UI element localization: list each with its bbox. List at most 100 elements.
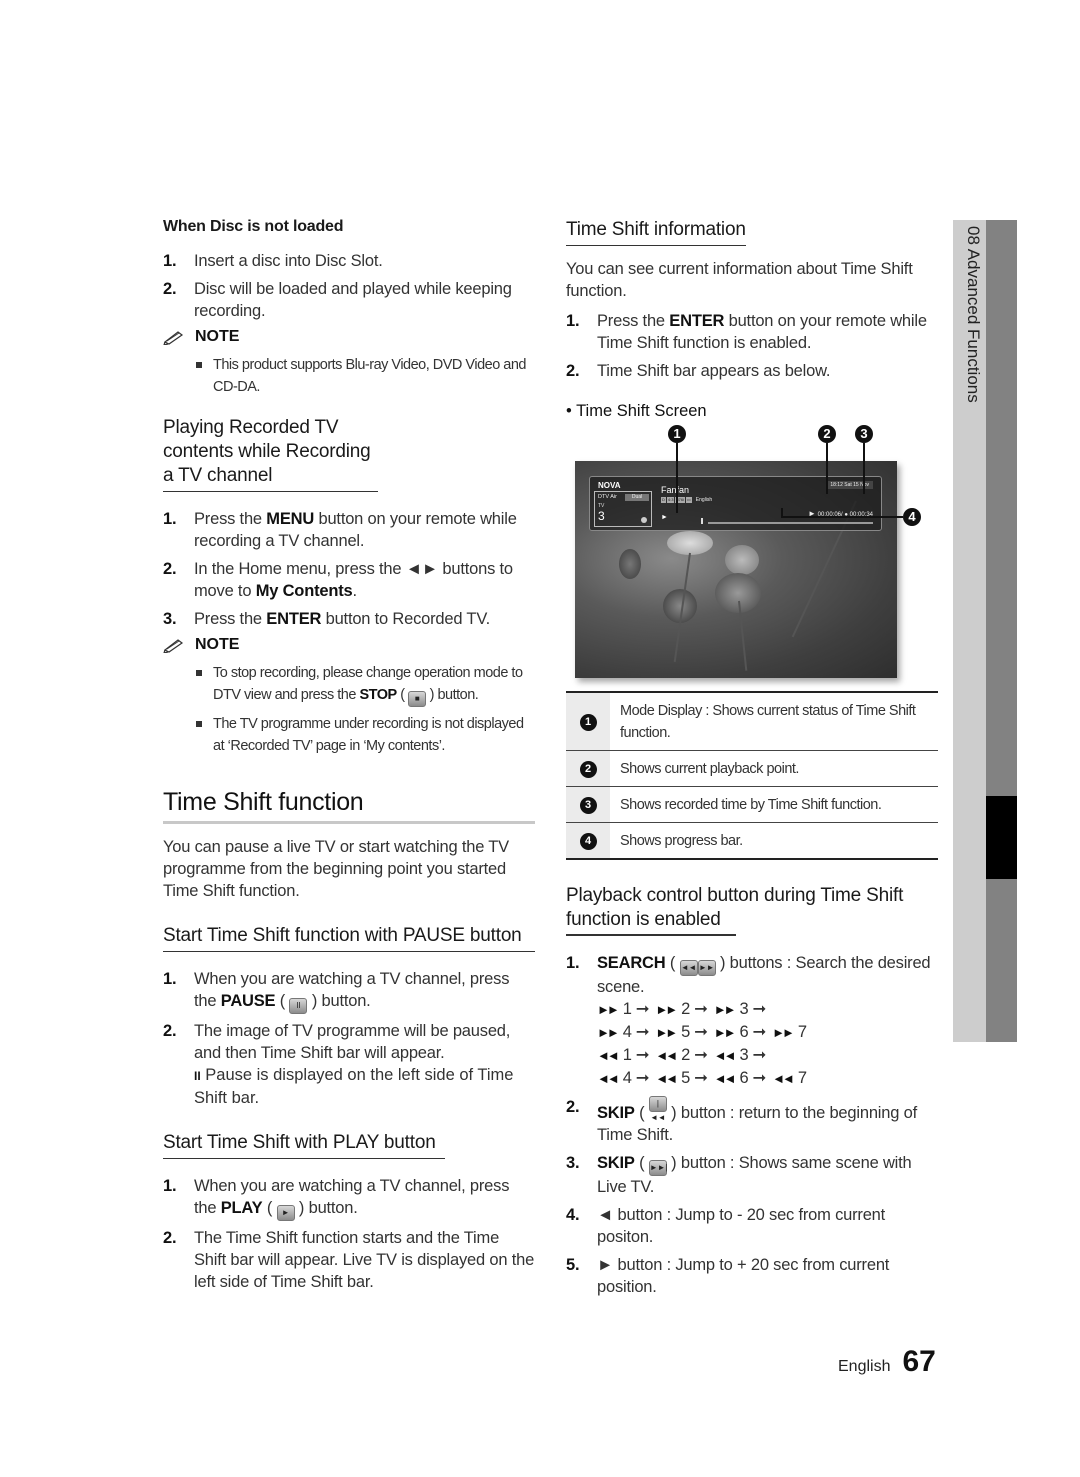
notes-list: This product supports Blu-ray Video, DVD… bbox=[194, 354, 535, 398]
arrow-right-icon: ➞ bbox=[752, 1068, 767, 1087]
speed-level: 6 bbox=[739, 1022, 749, 1041]
step-item: 5. ► button : Jump to + 20 sec from curre… bbox=[566, 1255, 890, 1296]
legend-row: 4 Shows progress bar. bbox=[566, 822, 938, 859]
pencil-icon bbox=[163, 331, 184, 345]
rewind-icon: ◄◄ bbox=[772, 1070, 795, 1086]
rewind-icon: ◄◄ bbox=[713, 1047, 737, 1063]
fast-forward-icon: ►► bbox=[772, 1024, 795, 1040]
rewind-icon: ◄◄ bbox=[597, 1047, 620, 1063]
time-shift-bar: NOVA DTV Air Dual TV 3 Fanfan D 4:3 576i… bbox=[589, 476, 882, 531]
section-heading: Start Time Shift with PLAY button bbox=[163, 1131, 445, 1159]
step-item: 1. SEARCH ( ◄◄ ►► ) buttons : Search the d… bbox=[566, 952, 938, 1090]
language-label: English bbox=[695, 497, 713, 503]
page-footer: English 67 bbox=[838, 1345, 936, 1379]
fast-forward-icon: ►► bbox=[597, 1024, 620, 1040]
tv-screen: NOVA DTV Air Dual TV 3 Fanfan D 4:3 576i… bbox=[575, 461, 897, 678]
step-item: 1. Press the MENU button on your remote w… bbox=[163, 510, 517, 550]
speed-level: 6 bbox=[739, 1068, 749, 1087]
step-item: 2. Disc will be loaded and played while k… bbox=[163, 280, 512, 320]
programme-tags: D 4:3 576i ▭ English bbox=[661, 497, 712, 503]
note-item: To stop recording, please change operati… bbox=[194, 662, 535, 707]
speed-level: 2 bbox=[681, 999, 691, 1018]
chapter-position-marker bbox=[986, 796, 1017, 879]
speed-level: 1 bbox=[622, 1045, 632, 1064]
fast-forward-icon: ►► bbox=[597, 1001, 620, 1017]
playback-control-section: Playback control button during Time Shif… bbox=[566, 884, 938, 1298]
arrow-right-icon: ➞ bbox=[694, 1068, 708, 1087]
time-shift-info-section: Time Shift information You can see curre… bbox=[566, 218, 938, 421]
speed-level: 2 bbox=[681, 1045, 691, 1064]
screen-label: Time Shift Screen bbox=[566, 402, 938, 421]
pause-icon: II bbox=[194, 1069, 201, 1083]
disc-not-loaded-section: When Disc is not loaded 1. Insert a disc … bbox=[163, 218, 535, 398]
rewind-icon: ◄◄ bbox=[597, 1070, 620, 1086]
flower-image bbox=[725, 545, 759, 575]
channel-name: NOVA bbox=[598, 481, 621, 490]
pause-section: Start Time Shift function with PAUSE but… bbox=[163, 924, 535, 1109]
stop-button-icon: ■ bbox=[408, 691, 427, 707]
skip-forward-button-icon: ►►| bbox=[648, 1159, 667, 1176]
pencil-icon bbox=[163, 639, 184, 653]
step-item: 2. The Time Shift function starts and the… bbox=[163, 1229, 535, 1291]
chapter-tab-strip bbox=[986, 220, 1017, 1042]
arrow-right-icon: ➞ bbox=[635, 999, 650, 1018]
note-heading: NOTE bbox=[163, 328, 535, 346]
footer-language: English bbox=[838, 1358, 891, 1375]
time-shift-function-section: Time Shift function You can pause a live… bbox=[163, 787, 535, 902]
play-button-icon: ► bbox=[276, 1205, 295, 1221]
arrow-right-icon: ➞ bbox=[752, 1022, 767, 1041]
play-section: Start Time Shift with PLAY button 1. When… bbox=[163, 1131, 535, 1293]
callout-line-4h bbox=[781, 516, 903, 518]
speed-level: 3 bbox=[739, 999, 749, 1018]
legend-row: 1 Mode Display : Shows current status of … bbox=[566, 692, 938, 751]
channel-info-box: DTV Air Dual TV 3 bbox=[594, 491, 652, 527]
callout-2: 2 bbox=[818, 425, 836, 443]
heading-underline bbox=[566, 934, 736, 936]
arrow-right-icon: ➞ bbox=[752, 999, 767, 1018]
channel-number: 3 bbox=[598, 509, 605, 523]
speed-level: 1 bbox=[622, 999, 632, 1018]
note-item: The TV programme under recording is not … bbox=[194, 713, 535, 757]
speed-sequence-row: ►► 4 ➞ ►► 5 ➞ ►► 6 ➞ ►► 7 bbox=[597, 1021, 938, 1044]
step-item: 3. Press the ENTER button to Recorded TV. bbox=[163, 610, 490, 628]
step-item: 2. Time Shift bar appears as below. bbox=[566, 362, 831, 380]
callout-line-2 bbox=[826, 443, 828, 494]
page-heading: Time Shift function bbox=[163, 787, 535, 824]
fast-forward-icon: ►► bbox=[655, 1001, 678, 1017]
search-speed-sequence: ►► 1 ➞ ►► 2 ➞ ►► 3 ➞ ►► 4 ➞ ►► 5 ➞ ►► 6 ➞ ►► 7 ◄◄ 1 ➞ ◄◄ 2 ➞ ◄◄ 3 ➞ ◄… bbox=[597, 998, 938, 1090]
callout-line-3 bbox=[863, 443, 865, 494]
arrow-right-icon: ➞ bbox=[694, 1045, 708, 1064]
tag: D bbox=[661, 497, 666, 503]
tag: 4:3 bbox=[666, 497, 675, 503]
speed-level: 3 bbox=[739, 1045, 749, 1064]
section-heading: Playing Recorded TV contents while Recor… bbox=[163, 416, 378, 492]
source-label: DTV Air bbox=[598, 494, 617, 500]
steps-list: 1. When you are watching a TV channel, pr… bbox=[163, 968, 535, 1064]
step-item: 1. Press the ENTER button on your remote … bbox=[566, 312, 927, 352]
number-badge: 3 bbox=[579, 797, 597, 814]
playing-recorded-section: Playing Recorded TV contents while Recor… bbox=[163, 416, 535, 757]
speed-level: 5 bbox=[681, 1022, 691, 1041]
audio-label: Dual bbox=[625, 494, 649, 501]
callout-line-1 bbox=[676, 443, 678, 513]
note-item: This product supports Blu-ray Video, DVD… bbox=[194, 354, 535, 398]
callout-4: 4 bbox=[903, 508, 921, 526]
speed-level: 4 bbox=[622, 1022, 632, 1041]
skip-back-button-icon: |◄◄ bbox=[648, 1095, 667, 1122]
fast-forward-icon: ►► bbox=[713, 1001, 737, 1017]
callout-3: 3 bbox=[855, 425, 873, 443]
callout-1: 1 bbox=[668, 425, 686, 443]
chapter-label: 08 Advanced Functions bbox=[964, 226, 983, 403]
rewind-icon: ◄◄ bbox=[655, 1047, 678, 1063]
fast-forward-icon: ►► bbox=[655, 1024, 678, 1040]
arrow-right-icon: ➞ bbox=[635, 1022, 650, 1041]
left-column: When Disc is not loaded 1. Insert a disc … bbox=[163, 218, 535, 1299]
pause-note: II Pause is displayed on the left side o… bbox=[194, 1066, 514, 1107]
notes-list: To stop recording, please change operati… bbox=[194, 662, 535, 757]
number-badge: 2 bbox=[579, 761, 597, 778]
arrow-right-icon: ➞ bbox=[694, 999, 708, 1018]
flower-image bbox=[667, 531, 713, 555]
datetime: 18:12 Sat 15 Nov bbox=[826, 481, 873, 489]
intro-paragraph: You can see current information about Ti… bbox=[566, 260, 913, 300]
flower-image bbox=[619, 549, 641, 579]
